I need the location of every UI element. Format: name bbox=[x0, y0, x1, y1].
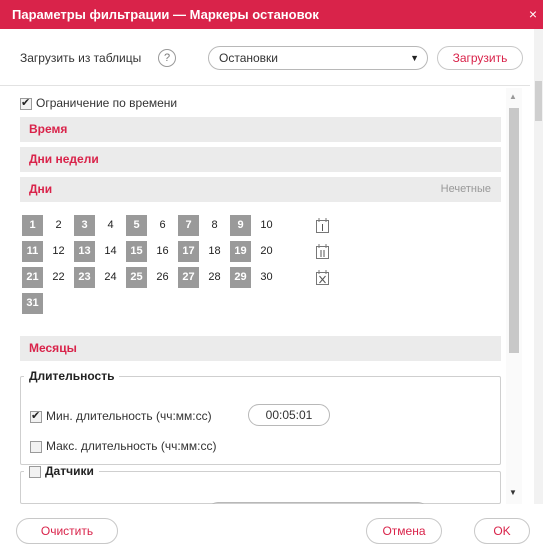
day-14[interactable]: 14 bbox=[100, 241, 121, 262]
help-icon[interactable]: ? bbox=[158, 49, 176, 67]
day-28[interactable]: 28 bbox=[204, 267, 225, 288]
chevron-down-icon: ▼ bbox=[410, 53, 419, 63]
load-from-table-row: Загрузить из таблицы ? Остановки ▼ Загру… bbox=[0, 29, 530, 87]
section-time-label: Время bbox=[29, 122, 68, 136]
min-duration-label: Мин. длительность (чч:мм:сс) bbox=[46, 409, 212, 423]
day-20[interactable]: 20 bbox=[256, 241, 277, 262]
sensors-group: Датчики bbox=[20, 464, 501, 504]
dialog-scrollbar-thumb[interactable] bbox=[535, 81, 542, 121]
day-16[interactable]: 16 bbox=[152, 241, 173, 262]
min-duration-checkbox[interactable]: Мин. длительность (чч:мм:сс) bbox=[30, 409, 212, 423]
day-22[interactable]: 22 bbox=[48, 267, 69, 288]
day-10[interactable]: 10 bbox=[256, 215, 277, 236]
day-25[interactable]: 25 bbox=[126, 267, 147, 288]
table-select[interactable]: Остановки ▼ bbox=[208, 46, 428, 70]
day-8[interactable]: 8 bbox=[204, 215, 225, 236]
day-15[interactable]: 15 bbox=[126, 241, 147, 262]
even-days-calendar-icon[interactable] bbox=[316, 244, 329, 259]
max-duration-checkbox[interactable]: Макс. длительность (чч:мм:сс) bbox=[30, 439, 217, 453]
odd-days-calendar-icon[interactable] bbox=[316, 218, 329, 233]
day-1[interactable]: 1 bbox=[22, 215, 43, 236]
section-months-label: Месяцы bbox=[29, 341, 77, 355]
load-from-table-label: Загрузить из таблицы bbox=[20, 51, 142, 65]
content-scrollbar-thumb[interactable] bbox=[509, 108, 519, 353]
max-duration-check-icon[interactable] bbox=[30, 440, 42, 453]
section-months[interactable]: Месяцы bbox=[20, 336, 501, 361]
min-duration-check-icon[interactable] bbox=[30, 409, 42, 423]
clear-button[interactable]: Очистить bbox=[16, 518, 118, 544]
day-2[interactable]: 2 bbox=[48, 215, 69, 236]
day-6[interactable]: 6 bbox=[152, 215, 173, 236]
day-3[interactable]: 3 bbox=[74, 215, 95, 236]
section-weekdays[interactable]: Дни недели bbox=[20, 147, 501, 172]
close-icon[interactable]: × bbox=[529, 0, 537, 29]
clear-days-calendar-icon[interactable] bbox=[316, 270, 329, 285]
day-27[interactable]: 27 bbox=[178, 267, 199, 288]
day-17[interactable]: 17 bbox=[178, 241, 199, 262]
table-select-value: Остановки bbox=[219, 51, 278, 65]
content-scrollbar[interactable]: ▲ ▼ bbox=[506, 88, 522, 504]
section-days-label: Дни bbox=[29, 182, 53, 196]
section-days[interactable]: Дни Нечетные bbox=[20, 177, 501, 202]
day-19[interactable]: 19 bbox=[230, 241, 251, 262]
cancel-button[interactable]: Отмена bbox=[366, 518, 442, 544]
load-button[interactable]: Загрузить bbox=[437, 46, 523, 70]
day-31[interactable]: 31 bbox=[22, 293, 43, 314]
duration-legend: Длительность bbox=[29, 369, 115, 383]
sensors-legend[interactable]: Датчики bbox=[24, 464, 99, 478]
sensors-label: Датчики bbox=[45, 464, 94, 478]
time-limit-check-icon[interactable] bbox=[20, 96, 32, 110]
max-duration-label: Макс. длительность (чч:мм:сс) bbox=[46, 439, 217, 453]
day-23[interactable]: 23 bbox=[74, 267, 95, 288]
day-18[interactable]: 18 bbox=[204, 241, 225, 262]
section-weekdays-label: Дни недели bbox=[29, 152, 99, 166]
scroll-up-icon[interactable]: ▲ bbox=[509, 92, 517, 101]
day-29[interactable]: 29 bbox=[230, 267, 251, 288]
day-21[interactable]: 21 bbox=[22, 267, 43, 288]
sensors-check-icon[interactable] bbox=[29, 465, 41, 478]
dialog-titlebar: Параметры фильтрации — Маркеры остановок… bbox=[0, 0, 543, 29]
day-7[interactable]: 7 bbox=[178, 215, 199, 236]
ok-button[interactable]: OK bbox=[474, 518, 530, 544]
day-5[interactable]: 5 bbox=[126, 215, 147, 236]
day-24[interactable]: 24 bbox=[100, 267, 121, 288]
dialog-scrollbar[interactable] bbox=[534, 29, 543, 504]
time-limit-label: Ограничение по времени bbox=[36, 96, 178, 110]
time-limit-checkbox[interactable]: Ограничение по времени bbox=[20, 96, 177, 110]
days-mode-label: Нечетные bbox=[440, 183, 491, 195]
section-time[interactable]: Время bbox=[20, 117, 501, 142]
filter-content: Ограничение по времени Время Дни недели … bbox=[0, 86, 530, 504]
min-duration-input[interactable]: 00:05:01 bbox=[248, 404, 330, 426]
day-30[interactable]: 30 bbox=[256, 267, 277, 288]
dialog-footer: Очистить Отмена OK bbox=[0, 504, 543, 547]
day-4[interactable]: 4 bbox=[100, 215, 121, 236]
day-13[interactable]: 13 bbox=[74, 241, 95, 262]
dialog-title: Параметры фильтрации — Маркеры остановок bbox=[12, 7, 319, 22]
day-11[interactable]: 11 bbox=[22, 241, 43, 262]
scroll-down-icon[interactable]: ▼ bbox=[509, 488, 517, 497]
day-9[interactable]: 9 bbox=[230, 215, 251, 236]
day-26[interactable]: 26 bbox=[152, 267, 173, 288]
day-12[interactable]: 12 bbox=[48, 241, 69, 262]
